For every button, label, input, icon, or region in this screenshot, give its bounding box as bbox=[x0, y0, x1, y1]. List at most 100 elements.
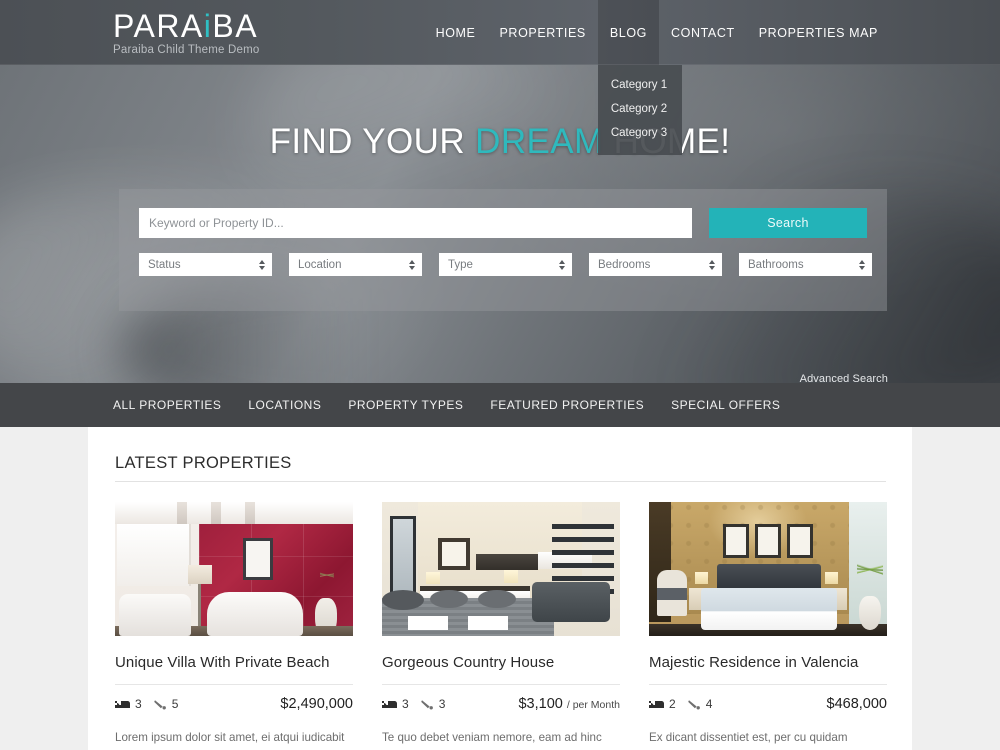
accent-chair bbox=[657, 570, 687, 616]
secondary-navigation: ALL PROPERTIES LOCATIONS PROPERTY TYPES … bbox=[0, 383, 1000, 427]
bedrooms-meta: 2 bbox=[649, 697, 676, 711]
floor-lamp-shade bbox=[188, 565, 212, 584]
dropdown-item-category-3[interactable]: Category 3 bbox=[598, 121, 682, 145]
nav-label-blog: BLOG bbox=[609, 25, 647, 40]
page-root: PARAiBA Paraiba Child Theme Demo HOME PR… bbox=[0, 0, 1000, 750]
price-amount: $468,000 bbox=[826, 696, 887, 712]
section-heading-latest-properties: LATEST PROPERTIES bbox=[115, 454, 292, 472]
bedside-lamp-right bbox=[825, 572, 838, 584]
coffee-table bbox=[468, 616, 508, 630]
dropdown-item-category-2[interactable]: Category 2 bbox=[598, 97, 682, 121]
subnav-item-property-types[interactable]: PROPERTY TYPES bbox=[348, 398, 463, 412]
filter-label-status: Status bbox=[148, 258, 181, 271]
property-image-modern-living-room[interactable] bbox=[382, 502, 620, 636]
bedrooms-count: 2 bbox=[669, 697, 676, 711]
nav-label-home: HOME bbox=[435, 25, 476, 40]
bathrooms-count: 3 bbox=[438, 697, 446, 711]
bed-icon bbox=[115, 700, 130, 708]
property-price: $3,100 / per Month bbox=[518, 696, 620, 712]
bathrooms-meta: 5 bbox=[153, 697, 178, 711]
shower-icon bbox=[687, 699, 700, 709]
hero-headline-part1: FIND YOUR bbox=[269, 122, 476, 161]
property-card[interactable]: Gorgeous Country House 3 3 $3,100 / per … bbox=[382, 502, 620, 750]
bathrooms-count: 4 bbox=[705, 697, 713, 711]
floor-lamp-pole bbox=[198, 584, 201, 630]
nav-label-properties-map: PROPERTIES MAP bbox=[758, 25, 878, 40]
site-header: PARAiBA Paraiba Child Theme Demo HOME PR… bbox=[0, 0, 1000, 155]
hero-banner: FIND YOUR DREAM HOME! Search Status Loca… bbox=[0, 65, 1000, 383]
subnav-item-all-properties[interactable]: ALL PROPERTIES bbox=[113, 398, 221, 412]
chevron-updown-icon bbox=[709, 259, 715, 270]
filter-label-location: Location bbox=[298, 258, 342, 271]
bedrooms-meta: 3 bbox=[115, 697, 142, 711]
property-title[interactable]: Gorgeous Country House bbox=[382, 654, 620, 672]
filter-label-bathrooms: Bathrooms bbox=[748, 258, 804, 271]
property-image-red-living-room[interactable] bbox=[115, 502, 353, 636]
dark-armchair bbox=[532, 582, 610, 622]
bedside-lamp-left bbox=[695, 572, 708, 584]
property-description: Ex dicant dissentiet est, per cu quidam … bbox=[649, 731, 848, 744]
nav-item-properties[interactable]: PROPERTIES bbox=[488, 0, 598, 65]
filter-select-bathrooms[interactable]: Bathrooms bbox=[739, 253, 872, 276]
subnav-item-featured-properties[interactable]: FEATURED PROPERTIES bbox=[490, 398, 644, 412]
blog-dropdown-menu: Category 1 Category 2 Category 3 bbox=[597, 65, 682, 155]
dark-wall-cabinet bbox=[476, 554, 538, 570]
ottoman bbox=[430, 590, 468, 608]
price-period: / per Month bbox=[566, 699, 620, 711]
logo-tagline: Paraiba Child Theme Demo bbox=[113, 44, 260, 56]
shower-icon bbox=[153, 699, 166, 709]
card-divider bbox=[382, 684, 620, 685]
nav-item-contact[interactable]: CONTACT bbox=[659, 0, 747, 65]
search-button[interactable]: Search bbox=[709, 208, 867, 238]
table-lamp-right bbox=[504, 570, 518, 583]
card-divider bbox=[115, 684, 353, 685]
advanced-search-link[interactable]: Advanced Search bbox=[800, 373, 888, 383]
framed-mirror bbox=[438, 538, 470, 570]
hero-headline-accent: DREAM bbox=[475, 122, 604, 161]
nav-label-properties: PROPERTIES bbox=[499, 25, 586, 40]
property-card[interactable]: Unique Villa With Private Beach 3 5 $2,4… bbox=[115, 502, 353, 750]
bed-icon bbox=[382, 700, 397, 708]
chevron-updown-icon bbox=[259, 259, 265, 270]
logo-prefix: PARA bbox=[113, 8, 204, 44]
subnav-item-locations[interactable]: LOCATIONS bbox=[248, 398, 321, 412]
filter-select-location[interactable]: Location bbox=[289, 253, 422, 276]
search-input[interactable] bbox=[139, 208, 692, 238]
ottoman bbox=[382, 590, 424, 610]
bathrooms-meta: 3 bbox=[420, 697, 446, 711]
property-title[interactable]: Majestic Residence in Valencia bbox=[649, 654, 887, 672]
filter-select-bedrooms[interactable]: Bedrooms bbox=[589, 253, 722, 276]
property-card[interactable]: Majestic Residence in Valencia 2 4 $468,… bbox=[649, 502, 887, 750]
subnav-item-special-offers[interactable]: SPECIAL OFFERS bbox=[671, 398, 780, 412]
nav-item-properties-map[interactable]: PROPERTIES MAP bbox=[747, 0, 890, 65]
ceiling-beam bbox=[245, 502, 255, 524]
white-sofa-right bbox=[207, 592, 303, 636]
search-row-filters: Status Location Type Bedrooms Bathrooms bbox=[139, 253, 872, 276]
ceiling-beam bbox=[211, 502, 221, 524]
filter-select-type[interactable]: Type bbox=[439, 253, 572, 276]
framed-picture bbox=[787, 524, 813, 558]
chevron-updown-icon bbox=[409, 259, 415, 270]
property-price: $2,490,000 bbox=[280, 696, 353, 712]
search-row-primary: Search bbox=[139, 208, 867, 238]
plant-leaves bbox=[857, 538, 883, 598]
price-amount: $2,490,000 bbox=[280, 696, 353, 712]
ceiling-shape bbox=[115, 502, 353, 524]
dropdown-item-category-1[interactable]: Category 1 bbox=[598, 73, 682, 97]
hero-headline: FIND YOUR DREAM HOME! bbox=[0, 122, 1000, 162]
nav-item-blog[interactable]: BLOG Category 1 Category 2 Category 3 bbox=[597, 0, 682, 155]
bed-icon bbox=[649, 700, 664, 708]
coffee-table bbox=[408, 616, 448, 630]
main-navigation: HOME PROPERTIES BLOG Category 1 Category… bbox=[424, 0, 890, 155]
property-title[interactable]: Unique Villa With Private Beach bbox=[115, 654, 353, 672]
filter-select-status[interactable]: Status bbox=[139, 253, 272, 276]
nav-label-contact: CONTACT bbox=[671, 25, 735, 40]
site-logo[interactable]: PARAiBA Paraiba Child Theme Demo bbox=[113, 9, 260, 57]
property-image-golden-bedroom[interactable] bbox=[649, 502, 887, 636]
window-shape bbox=[117, 524, 191, 586]
nav-item-home[interactable]: HOME bbox=[424, 0, 488, 65]
bed bbox=[701, 588, 837, 630]
property-description: Lorem ipsum dolor sit amet, ei atqui iud… bbox=[115, 731, 345, 744]
bedrooms-meta: 3 bbox=[382, 697, 409, 711]
logo-suffix: BA bbox=[212, 8, 259, 44]
